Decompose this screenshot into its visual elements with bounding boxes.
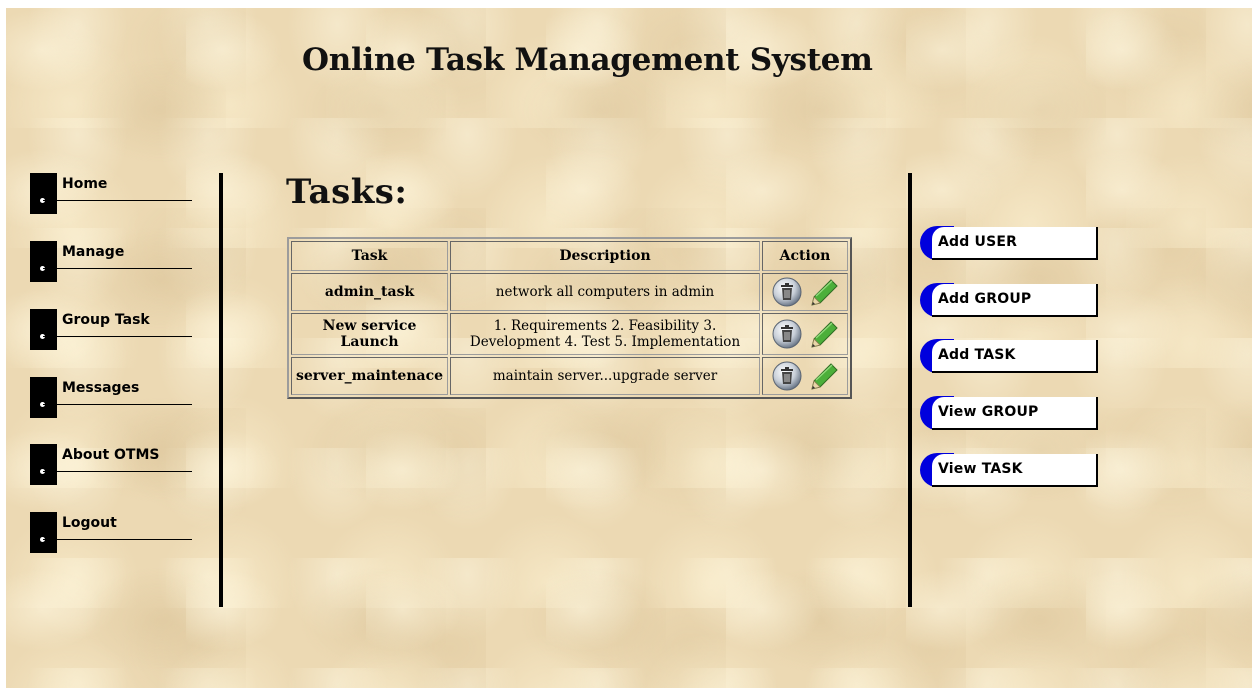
task-description-cell: maintain server...upgrade server bbox=[450, 357, 760, 395]
task-name-cell: server_maintenace bbox=[291, 357, 449, 395]
button-edge bbox=[1096, 284, 1098, 317]
nav-marker-icon bbox=[30, 444, 57, 485]
task-name-cell: admin_task bbox=[291, 273, 449, 311]
nav-label: Group Task bbox=[62, 312, 150, 328]
tasks-heading: Tasks: bbox=[286, 172, 408, 212]
nav-label: Logout bbox=[62, 515, 117, 531]
nav-underline bbox=[43, 336, 192, 337]
button-shadow bbox=[932, 315, 1098, 317]
pencil-icon[interactable] bbox=[806, 318, 840, 350]
button-label: Add TASK bbox=[938, 347, 1016, 363]
button-label: View TASK bbox=[938, 461, 1023, 477]
button-shadow bbox=[932, 485, 1098, 487]
add-task-button[interactable]: Add TASK bbox=[920, 339, 1098, 373]
nav-underline bbox=[43, 539, 192, 540]
task-action-cell bbox=[762, 357, 848, 395]
nav-label: Messages bbox=[62, 380, 140, 396]
trash-icon[interactable] bbox=[770, 360, 804, 392]
nav-marker-icon bbox=[30, 309, 57, 350]
nav-underline bbox=[43, 200, 192, 201]
task-action-cell bbox=[762, 313, 848, 355]
site-title: Online Task Management System bbox=[302, 42, 873, 78]
button-edge bbox=[1096, 340, 1098, 373]
table-row: server_maintenace maintain server...upgr… bbox=[291, 357, 848, 395]
nav-item-messages[interactable]: Messages bbox=[30, 377, 192, 421]
button-edge bbox=[1096, 397, 1098, 430]
button-label: Add GROUP bbox=[938, 291, 1032, 307]
column-header-description: Description bbox=[450, 241, 760, 271]
task-description-cell: network all computers in admin bbox=[450, 273, 760, 311]
button-shadow bbox=[932, 258, 1098, 260]
table-row: admin_task network all computers in admi… bbox=[291, 273, 848, 311]
button-shadow bbox=[932, 371, 1098, 373]
nav-item-group-task[interactable]: Group Task bbox=[30, 309, 192, 353]
nav-label: About OTMS bbox=[62, 447, 160, 463]
nav-marker-icon bbox=[30, 173, 57, 214]
nav-item-logout[interactable]: Logout bbox=[30, 512, 192, 556]
nav-label: Home bbox=[62, 176, 108, 192]
nav-underline bbox=[43, 471, 192, 472]
nav-marker-icon bbox=[30, 512, 57, 553]
add-group-button[interactable]: Add GROUP bbox=[920, 283, 1098, 317]
nav-underline bbox=[43, 404, 192, 405]
column-header-action: Action bbox=[762, 241, 848, 271]
task-name-cell: New service Launch bbox=[291, 313, 449, 355]
nav-label: Manage bbox=[62, 244, 125, 260]
nav-marker-icon bbox=[30, 241, 57, 282]
button-label: Add USER bbox=[938, 234, 1018, 250]
task-action-cell bbox=[762, 273, 848, 311]
tasks-table: Task Description Action admin_task netwo… bbox=[287, 237, 852, 399]
nav-item-manage[interactable]: Manage bbox=[30, 241, 192, 285]
task-description-cell: 1. Requirements 2. Feasibility 3. Develo… bbox=[450, 313, 760, 355]
table-row: New service Launch 1. Requirements 2. Fe… bbox=[291, 313, 848, 355]
nav-item-about[interactable]: About OTMS bbox=[30, 444, 192, 488]
nav-marker-icon bbox=[30, 377, 57, 418]
trash-icon[interactable] bbox=[770, 276, 804, 308]
column-header-task: Task bbox=[291, 241, 449, 271]
nav-item-home[interactable]: Home bbox=[30, 173, 192, 217]
button-edge bbox=[1096, 454, 1098, 487]
button-label: View GROUP bbox=[938, 404, 1039, 420]
table-header-row: Task Description Action bbox=[291, 241, 848, 271]
nav-underline bbox=[43, 268, 192, 269]
right-divider bbox=[908, 173, 912, 607]
button-edge bbox=[1096, 227, 1098, 260]
view-group-button[interactable]: View GROUP bbox=[920, 396, 1098, 430]
left-divider bbox=[219, 173, 223, 607]
button-shadow bbox=[932, 428, 1098, 430]
pencil-icon[interactable] bbox=[806, 276, 840, 308]
add-user-button[interactable]: Add USER bbox=[920, 226, 1098, 260]
view-task-button[interactable]: View TASK bbox=[920, 453, 1098, 487]
trash-icon[interactable] bbox=[770, 318, 804, 350]
pencil-icon[interactable] bbox=[806, 360, 840, 392]
